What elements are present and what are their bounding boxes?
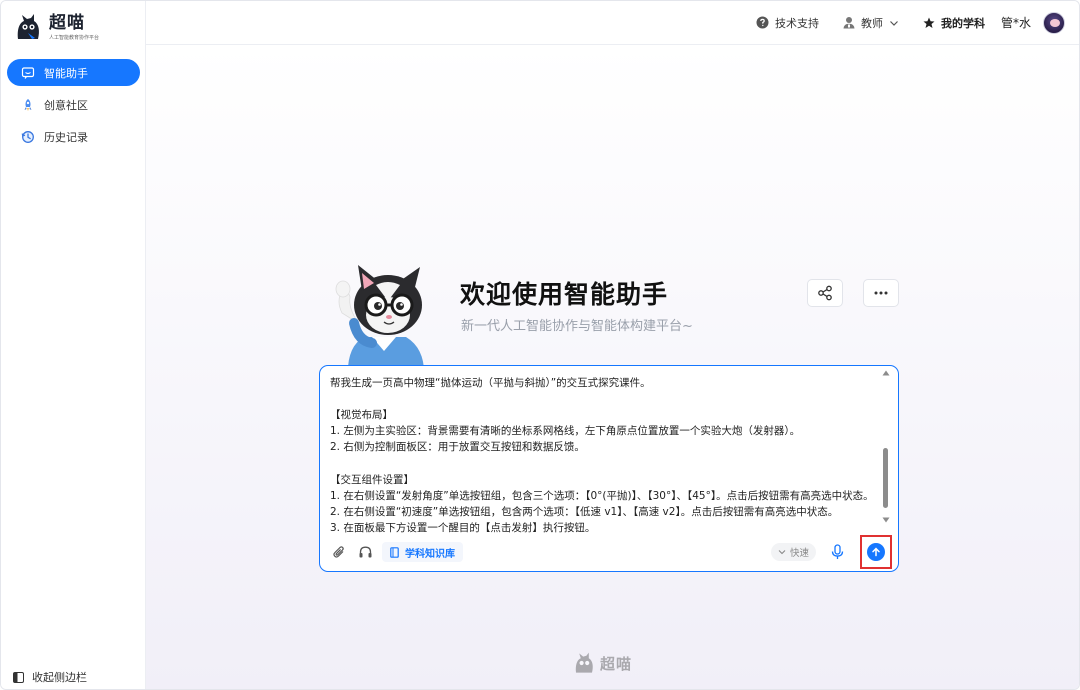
footer-brand-name: 超喵 bbox=[600, 654, 633, 673]
cat-logo-icon bbox=[575, 652, 593, 673]
rocket-icon bbox=[21, 98, 35, 112]
page-subtitle: 新一代人工智能协作与智能体构建平台~ bbox=[461, 319, 693, 334]
scroll-up-arrow-icon[interactable] bbox=[882, 369, 890, 377]
collapse-sidebar-label: 收起侧边栏 bbox=[32, 671, 87, 684]
microphone-icon bbox=[831, 544, 843, 559]
app-window: 超喵 人工智能教育协作平台 智能助手 创意社区 历史记录 收起侧边栏 技术支持 … bbox=[0, 0, 1080, 690]
attachment-icon[interactable] bbox=[330, 543, 348, 561]
collapse-sidebar-button[interactable]: 收起侧边栏 bbox=[13, 669, 87, 685]
brand-logo[interactable]: 超喵 人工智能教育协作平台 bbox=[13, 9, 99, 45]
sidebar: 超喵 人工智能教育协作平台 智能助手 创意社区 历史记录 收起侧边栏 bbox=[1, 1, 146, 689]
page-title: 欢迎使用智能助手 bbox=[460, 280, 669, 309]
brand-tagline: 人工智能教育协作平台 bbox=[49, 34, 100, 41]
teacher-icon bbox=[843, 17, 855, 29]
sidebar-item-history[interactable]: 历史记录 bbox=[7, 123, 140, 150]
main-area: 欢迎使用智能助手 新一代人工智能协作与智能体构建平台~ 帮我生成一页高中物理“抛… bbox=[146, 45, 1079, 689]
prompt-textarea[interactable]: 帮我生成一页高中物理“抛体运动（平抛与斜抛）”的交互式探究课件。 【视觉布局】 … bbox=[330, 375, 878, 535]
speed-mode-label: 快速 bbox=[789, 548, 809, 559]
more-options-button[interactable] bbox=[863, 279, 899, 307]
footer-brand-logo: 超喵 bbox=[572, 651, 632, 675]
scroll-down-arrow-icon[interactable] bbox=[882, 516, 890, 524]
prompt-composer: 帮我生成一页高中物理“抛体运动（平抛与斜抛）”的交互式探究课件。 【视觉布局】 … bbox=[319, 365, 899, 572]
send-button[interactable] bbox=[867, 543, 885, 561]
cat-logo-icon bbox=[17, 14, 39, 39]
headset-icon[interactable] bbox=[356, 543, 374, 561]
chevron-down-icon bbox=[890, 20, 898, 26]
sidebar-nav: 智能助手 创意社区 历史记录 bbox=[7, 59, 140, 155]
role-label: 教师 bbox=[860, 16, 883, 30]
scrollbar-thumb[interactable] bbox=[883, 448, 888, 508]
help-circle-icon bbox=[756, 16, 769, 29]
history-icon bbox=[21, 130, 35, 144]
ellipsis-icon bbox=[874, 291, 888, 295]
arrow-up-icon bbox=[872, 547, 880, 557]
user-name[interactable]: 管*水 bbox=[1001, 14, 1031, 31]
chevron-down-icon bbox=[778, 550, 786, 555]
sidebar-item-label: 智能助手 bbox=[44, 66, 88, 80]
microphone-button[interactable] bbox=[828, 543, 846, 561]
send-highlight-box bbox=[860, 535, 892, 569]
sidebar-item-label: 创意社区 bbox=[44, 98, 88, 112]
book-icon bbox=[390, 546, 399, 558]
share-icon bbox=[818, 285, 832, 301]
chat-icon bbox=[21, 66, 35, 80]
star-icon bbox=[923, 17, 935, 28]
avatar[interactable] bbox=[1043, 11, 1065, 34]
my-subject-link[interactable]: 我的学科 bbox=[923, 15, 985, 31]
speed-mode-dropdown[interactable]: 快速 bbox=[770, 543, 816, 561]
tech-support-label: 技术支持 bbox=[774, 16, 819, 30]
my-subject-label: 我的学科 bbox=[940, 16, 985, 30]
knowledge-base-label: 学科知识库 bbox=[405, 548, 455, 560]
topbar: 技术支持 教师 我的学科 管*水 bbox=[146, 1, 1079, 45]
sidebar-item-assistant[interactable]: 智能助手 bbox=[7, 59, 140, 86]
share-button[interactable] bbox=[807, 279, 843, 307]
knowledge-base-chip[interactable]: 学科知识库 bbox=[382, 542, 463, 562]
role-dropdown[interactable]: 教师 bbox=[843, 15, 899, 31]
sidebar-item-label: 历史记录 bbox=[44, 130, 88, 144]
sidebar-item-community[interactable]: 创意社区 bbox=[7, 91, 140, 118]
composer-toolbar: 学科知识库 快速 bbox=[330, 535, 892, 569]
tech-support-link[interactable]: 技术支持 bbox=[756, 15, 819, 31]
cat-mascot-illustration bbox=[335, 265, 425, 379]
sidebar-toggle-icon bbox=[13, 671, 24, 683]
brand-name: 超喵 bbox=[49, 12, 85, 33]
